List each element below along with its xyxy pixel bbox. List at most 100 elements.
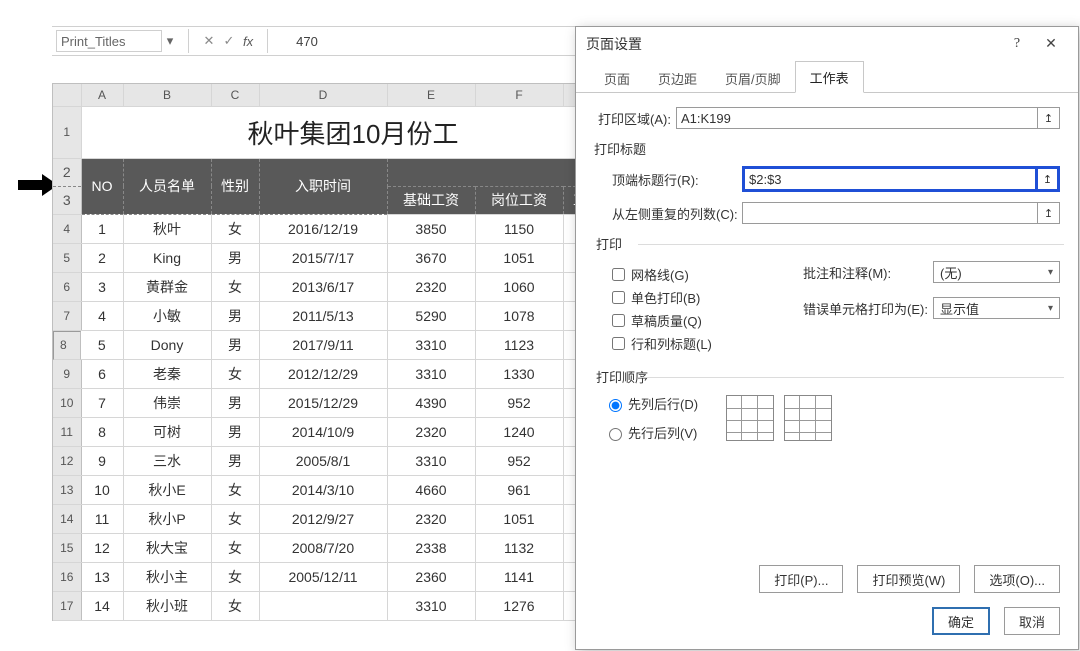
cols-repeat-picker-icon[interactable]: ↥ bbox=[1038, 202, 1060, 224]
cell[interactable]: 女 bbox=[211, 534, 259, 563]
cell[interactable]: 2014/3/10 bbox=[259, 476, 387, 505]
rows-repeat-input[interactable]: $2:$3 bbox=[742, 166, 1038, 192]
cell[interactable]: 1330 bbox=[475, 360, 563, 389]
row-header[interactable]: 4 bbox=[53, 214, 81, 243]
cell[interactable]: 女 bbox=[211, 505, 259, 534]
cell[interactable]: 2360 bbox=[387, 563, 475, 592]
cell[interactable]: 1150 bbox=[475, 214, 563, 243]
errors-select[interactable]: 显示值▾ bbox=[933, 297, 1060, 319]
cell[interactable]: 1132 bbox=[475, 534, 563, 563]
cancel-button[interactable]: 取消 bbox=[1004, 607, 1060, 635]
cell[interactable]: 9 bbox=[81, 447, 123, 476]
cell[interactable]: 1078 bbox=[475, 301, 563, 330]
cell[interactable]: 13 bbox=[81, 563, 123, 592]
print-button[interactable]: 打印(P)... bbox=[759, 565, 843, 593]
cell[interactable]: 2005/12/11 bbox=[259, 563, 387, 592]
cell[interactable]: 男 bbox=[211, 301, 259, 330]
formula-accept-icon[interactable]: ✓ bbox=[219, 33, 239, 49]
col-header[interactable]: D bbox=[259, 84, 387, 106]
cell[interactable]: 2008/7/20 bbox=[259, 534, 387, 563]
cell[interactable]: 2320 bbox=[387, 418, 475, 447]
cell[interactable]: 2338 bbox=[387, 534, 475, 563]
fx-icon[interactable]: fx bbox=[243, 34, 253, 49]
cell[interactable]: 3310 bbox=[387, 360, 475, 389]
cell[interactable]: 3850 bbox=[387, 214, 475, 243]
formula-cancel-icon[interactable]: ✕ bbox=[199, 33, 219, 49]
over-then-down-radio[interactable]: 先行后列(V) bbox=[604, 423, 698, 442]
cell[interactable]: 3310 bbox=[387, 592, 475, 621]
cell[interactable]: 8 bbox=[81, 418, 123, 447]
cell[interactable]: 1060 bbox=[475, 272, 563, 301]
rows-repeat-picker-icon[interactable]: ↥ bbox=[1038, 166, 1060, 192]
cell[interactable]: 男 bbox=[211, 330, 259, 360]
cell[interactable]: 1123 bbox=[475, 330, 563, 360]
gridlines-checkbox[interactable]: 网格线(G) bbox=[608, 265, 803, 284]
cell[interactable]: 2015/12/29 bbox=[259, 389, 387, 418]
cell[interactable]: 12 bbox=[81, 534, 123, 563]
col-header[interactable]: E bbox=[387, 84, 475, 106]
cell[interactable]: 961 bbox=[475, 476, 563, 505]
draft-checkbox[interactable]: 草稿质量(Q) bbox=[608, 311, 803, 330]
dialog-tab[interactable]: 页面 bbox=[590, 63, 644, 93]
row-header[interactable]: 14 bbox=[53, 505, 81, 534]
cols-repeat-input[interactable] bbox=[742, 202, 1038, 224]
cell[interactable]: 小敏 bbox=[123, 301, 211, 330]
cell[interactable]: 黄群金 bbox=[123, 272, 211, 301]
cell[interactable]: 2012/12/29 bbox=[259, 360, 387, 389]
cell[interactable]: 老秦 bbox=[123, 360, 211, 389]
cell[interactable]: 4390 bbox=[387, 389, 475, 418]
cell[interactable]: 2320 bbox=[387, 505, 475, 534]
print-area-picker-icon[interactable]: ↥ bbox=[1038, 107, 1060, 129]
comments-select[interactable]: (无)▾ bbox=[933, 261, 1060, 283]
dialog-tab[interactable]: 工作表 bbox=[795, 61, 864, 93]
cell[interactable]: 1051 bbox=[475, 243, 563, 272]
cell[interactable]: 秋小E bbox=[123, 476, 211, 505]
cell[interactable]: 4660 bbox=[387, 476, 475, 505]
cell[interactable]: 伟崇 bbox=[123, 389, 211, 418]
row-header[interactable]: 16 bbox=[53, 563, 81, 592]
cell[interactable]: 男 bbox=[211, 418, 259, 447]
cell[interactable]: 14 bbox=[81, 592, 123, 621]
cell[interactable]: 1141 bbox=[475, 563, 563, 592]
cell[interactable]: 女 bbox=[211, 360, 259, 389]
cell[interactable]: 952 bbox=[475, 447, 563, 476]
row-header[interactable]: 2 bbox=[53, 158, 81, 186]
row-header[interactable]: 8 bbox=[53, 331, 81, 360]
cell[interactable]: 女 bbox=[211, 592, 259, 621]
cell[interactable]: 6 bbox=[81, 360, 123, 389]
col-header[interactable]: A bbox=[81, 84, 123, 106]
cell[interactable]: 5 bbox=[81, 330, 123, 360]
dialog-tab[interactable]: 页边距 bbox=[644, 63, 711, 93]
cell[interactable]: 3670 bbox=[387, 243, 475, 272]
row-header[interactable]: 5 bbox=[53, 243, 81, 272]
cell[interactable]: 可树 bbox=[123, 418, 211, 447]
cell[interactable]: 2016/12/19 bbox=[259, 214, 387, 243]
col-header[interactable]: C bbox=[211, 84, 259, 106]
cell[interactable]: 3310 bbox=[387, 447, 475, 476]
ok-button[interactable]: 确定 bbox=[932, 607, 990, 635]
formula-value[interactable]: 470 bbox=[296, 34, 318, 49]
col-header[interactable]: B bbox=[123, 84, 211, 106]
row-header[interactable]: 1 bbox=[53, 106, 81, 158]
cell[interactable]: 3 bbox=[81, 272, 123, 301]
cell[interactable]: 952 bbox=[475, 389, 563, 418]
name-box[interactable]: Print_Titles bbox=[56, 30, 162, 52]
cell[interactable]: 2014/10/9 bbox=[259, 418, 387, 447]
down-then-over-radio[interactable]: 先列后行(D) bbox=[604, 394, 698, 413]
cell[interactable]: 5290 bbox=[387, 301, 475, 330]
row-header[interactable]: 15 bbox=[53, 534, 81, 563]
select-all-corner[interactable] bbox=[53, 84, 81, 106]
sheet-title[interactable]: 秋叶集团10月份工 bbox=[81, 106, 625, 158]
row-header[interactable]: 10 bbox=[53, 389, 81, 418]
cell[interactable]: 秋大宝 bbox=[123, 534, 211, 563]
cell[interactable]: 女 bbox=[211, 563, 259, 592]
cell[interactable]: Dony bbox=[123, 330, 211, 360]
cell[interactable] bbox=[259, 592, 387, 621]
cell[interactable]: 男 bbox=[211, 243, 259, 272]
headings-checkbox[interactable]: 行和列标题(L) bbox=[608, 334, 803, 353]
cell[interactable]: 女 bbox=[211, 476, 259, 505]
dialog-close-icon[interactable]: ✕ bbox=[1034, 36, 1068, 53]
options-button[interactable]: 选项(O)... bbox=[974, 565, 1060, 593]
cell[interactable]: 2 bbox=[81, 243, 123, 272]
col-header[interactable]: F bbox=[475, 84, 563, 106]
